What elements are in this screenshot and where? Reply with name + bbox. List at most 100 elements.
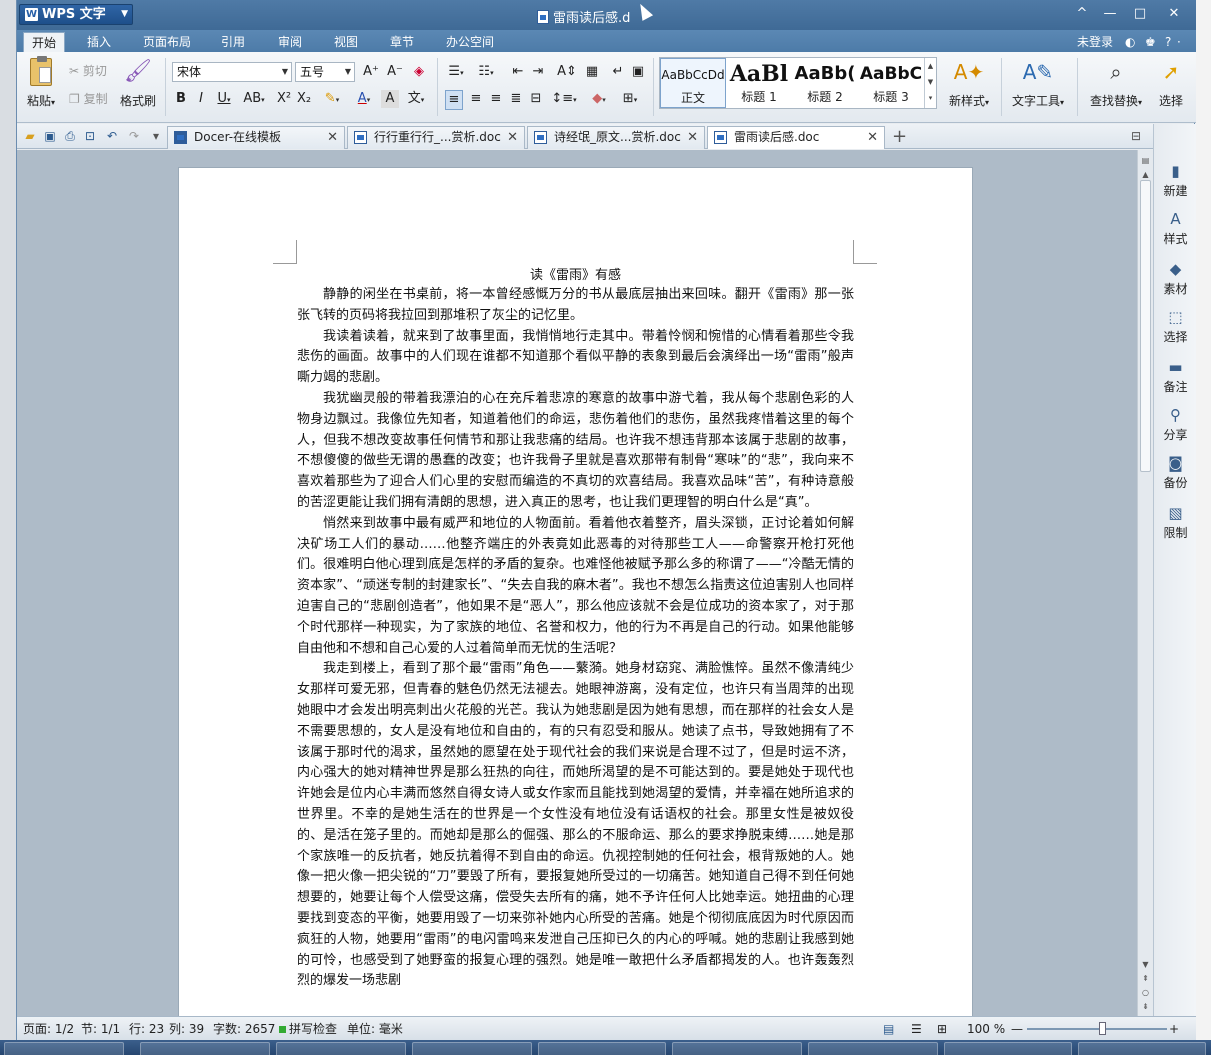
maximize-button[interactable]: □ (1129, 4, 1151, 24)
document-body[interactable]: 静静的闲坐在书桌前，将一本曾经感慨万分的书从最底层抽出来回味。翻开《雷雨》那一张… (297, 285, 854, 992)
taskbar-item[interactable] (4, 1042, 124, 1055)
minimize-button[interactable]: — (1099, 4, 1121, 24)
undo-icon[interactable]: ↶ (105, 129, 119, 143)
find-replace-button[interactable]: ⌕ 查找替换▾ (1085, 58, 1147, 109)
bold-icon[interactable]: B (173, 90, 189, 108)
justify-icon[interactable]: ≣ (507, 90, 525, 108)
style-normal[interactable]: AaBbCcDd 正文 (660, 58, 726, 108)
char-shading-icon[interactable]: A (381, 90, 399, 108)
spell-check-toggle[interactable]: 拼写检查 (279, 1021, 337, 1037)
border-box-icon[interactable]: ▣ (629, 63, 647, 81)
zoom-in-icon[interactable]: + (1169, 1021, 1179, 1037)
table-icon[interactable]: ▦ (583, 63, 601, 81)
italic-icon[interactable]: I (193, 90, 209, 108)
new-style-button[interactable]: A✦ 新样式▾ (943, 58, 995, 109)
gallery-scroll[interactable]: ▲ ▼ ▾ (924, 58, 936, 108)
taskpane-styles[interactable]: A 样式 (1154, 210, 1197, 247)
taskbar-item[interactable] (538, 1042, 666, 1055)
page-view-icon[interactable]: ▤ (883, 1021, 894, 1037)
document-area[interactable]: 读《雷雨》有感 静静的闲坐在书桌前，将一本曾经感慨万分的书从最底层抽出来回味。翻… (17, 150, 1137, 1016)
taskpane-select[interactable]: ⬚ 选择 (1154, 308, 1197, 345)
font-color-icon[interactable]: A▾ (351, 90, 377, 109)
new-tab-button[interactable]: + (892, 127, 907, 147)
taskbar-item[interactable] (1078, 1042, 1206, 1055)
taskpane-new[interactable]: ▮ 新建 (1154, 162, 1197, 199)
clear-format-icon[interactable]: ◈ (409, 63, 429, 81)
tab-menu-icon[interactable]: ⊟ (1129, 129, 1143, 143)
close-icon[interactable]: ✕ (687, 127, 698, 148)
format-painter-button[interactable]: 🖌 格式刷 (117, 58, 159, 109)
taskbar-item[interactable] (140, 1042, 270, 1055)
underline-icon[interactable]: U▾ (213, 90, 235, 109)
taskpane-comment[interactable]: ▬ 备注 (1154, 358, 1197, 395)
scroll-down-icon[interactable]: ▼ (1138, 958, 1153, 972)
taskbar-item[interactable] (944, 1042, 1072, 1055)
zoom-slider-thumb[interactable] (1099, 1022, 1106, 1035)
select-button[interactable]: ➚ 选择 (1153, 58, 1189, 109)
grow-font-icon[interactable]: A⁺ (361, 63, 381, 81)
ribbon-collapse-button[interactable]: ^ (1071, 4, 1093, 24)
status-page[interactable]: 页面: 1/2 (23, 1021, 74, 1037)
help-chevron-icon[interactable]: ⋅ (1177, 33, 1181, 51)
copy-button[interactable]: ❐ 复制 (69, 90, 108, 107)
taskpane-restrict[interactable]: ▧ 限制 (1154, 504, 1197, 541)
taskpane-material[interactable]: ◆ 素材 (1154, 260, 1197, 297)
tab-page-layout[interactable]: 页面布局 (135, 32, 199, 52)
numbered-list-icon[interactable]: ☷▾ (475, 63, 497, 82)
tab-chapter[interactable]: 章节 (382, 32, 422, 52)
text-direction-icon[interactable]: A⇕ (555, 63, 579, 81)
shrink-font-icon[interactable]: A⁻ (385, 63, 405, 81)
browse-object-icon[interactable]: ○ (1138, 986, 1153, 1000)
distribute-icon[interactable]: ⊟ (527, 90, 545, 108)
close-icon[interactable]: ✕ (867, 127, 878, 148)
tab-view[interactable]: 视图 (326, 32, 366, 52)
cut-button[interactable]: ✂ 剪切 (69, 62, 107, 79)
taskpane-share[interactable]: ⚲ 分享 (1154, 406, 1197, 443)
style-heading-1[interactable]: AaBl 标题 1 (726, 58, 792, 108)
tab-review[interactable]: 审阅 (270, 32, 310, 52)
document-page[interactable]: 读《雷雨》有感 静静的闲坐在书桌前，将一本曾经感慨万分的书从最底层抽出来回味。翻… (179, 168, 972, 1016)
close-icon[interactable]: ✕ (327, 127, 338, 148)
style-heading-3[interactable]: AaBbC 标题 3 (858, 58, 924, 108)
print-preview-icon[interactable]: ⊡ (83, 129, 97, 143)
skin-icon[interactable]: ◐ (1125, 33, 1135, 51)
tab-home[interactable]: 开始 (23, 32, 66, 52)
close-button[interactable]: ✕ (1163, 4, 1185, 24)
status-unit[interactable]: 单位: 毫米 (347, 1021, 403, 1037)
subscript-icon[interactable]: X₂ (295, 90, 313, 108)
borders-icon[interactable]: ⊞▾ (617, 90, 643, 109)
doc-tab-active[interactable]: 雷雨读后感.doc ✕ (707, 126, 885, 149)
login-status[interactable]: 未登录 (1077, 33, 1113, 51)
phonetic-icon[interactable]: 文▾ (403, 90, 429, 109)
open-icon[interactable]: ▰ (23, 129, 37, 143)
highlight-icon[interactable]: ✎▾ (319, 90, 345, 109)
help-button[interactable]: ? (1165, 33, 1171, 51)
status-word-count[interactable]: 字数: 2657 (213, 1021, 275, 1037)
align-left-icon[interactable]: ≡ (445, 90, 463, 110)
save-icon[interactable]: ▣ (43, 129, 57, 143)
qa-more-icon[interactable]: ▾ (149, 129, 163, 143)
taskbar-item[interactable] (672, 1042, 802, 1055)
web-view-icon[interactable]: ⊞ (937, 1021, 947, 1037)
show-marks-icon[interactable]: ↵ (609, 63, 627, 81)
print-icon[interactable]: ⎙ (63, 129, 77, 143)
app-menu-button[interactable]: W WPS 文字 ▼ (19, 4, 133, 25)
shirt-icon[interactable]: ♚ (1145, 33, 1156, 51)
zoom-slider[interactable] (1027, 1028, 1167, 1030)
next-page-icon[interactable]: ⇟ (1138, 1000, 1153, 1014)
outline-view-icon[interactable]: ☰ (911, 1021, 922, 1037)
close-icon[interactable]: ✕ (507, 127, 518, 148)
taskbar-item[interactable] (808, 1042, 938, 1055)
tab-insert[interactable]: 插入 (79, 32, 119, 52)
redo-icon[interactable]: ↷ (127, 129, 141, 143)
tab-references[interactable]: 引用 (213, 32, 253, 52)
taskbar-item[interactable] (412, 1042, 532, 1055)
line-spacing-icon[interactable]: ↕≡▾ (551, 90, 577, 109)
doc-tab-docer[interactable]: Docer-在线模板 ✕ (167, 126, 345, 149)
taskpane-backup[interactable]: ◙ 备份 (1154, 454, 1197, 491)
vertical-scrollbar[interactable]: ▤ ▲ ▼ ⇞ ○ ⇟ (1137, 150, 1153, 1016)
style-heading-2[interactable]: AaBb( 标题 2 (792, 58, 858, 108)
font-size-select[interactable]: 五号 ▼ (295, 62, 355, 82)
split-icon[interactable]: ▤ (1138, 154, 1153, 168)
shading-icon[interactable]: ◆▾ (587, 90, 611, 109)
